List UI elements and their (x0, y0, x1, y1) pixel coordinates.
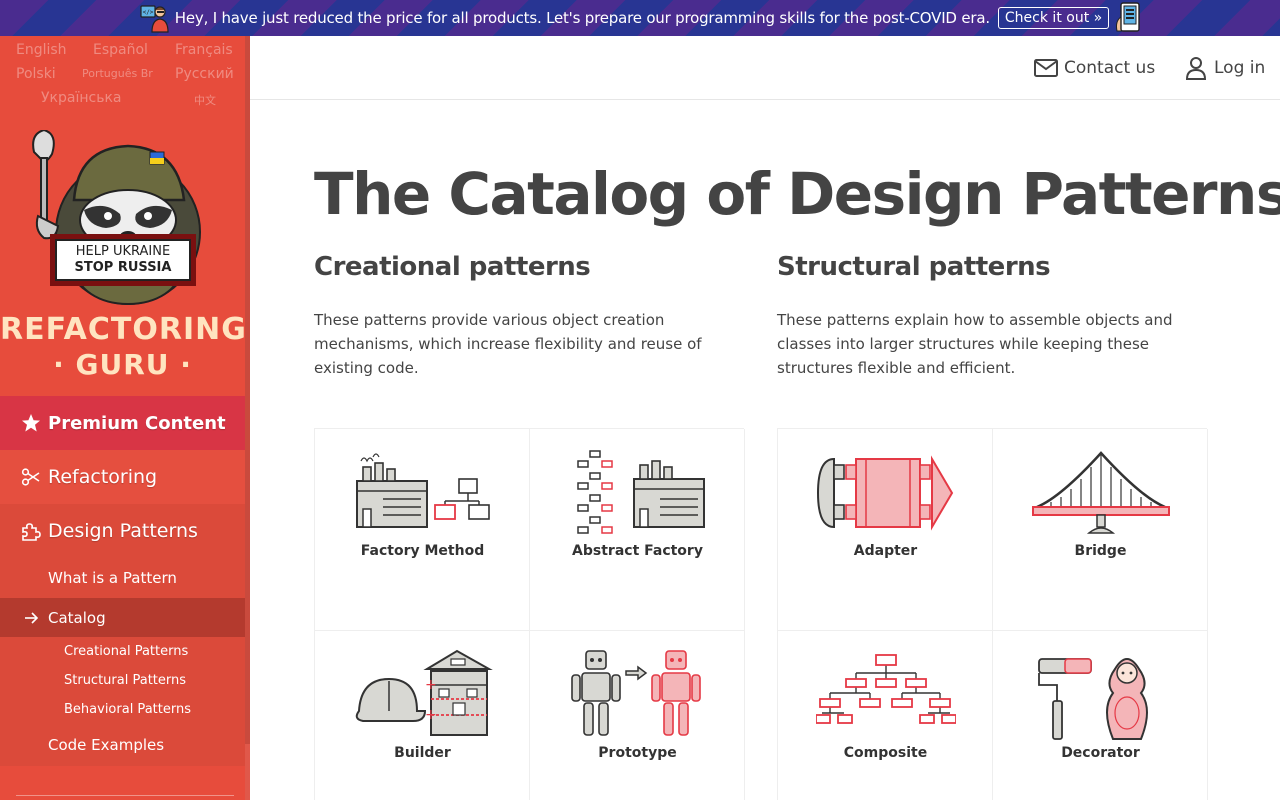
lang-portugues[interactable]: Português Br (82, 67, 153, 80)
svg-text:+: + (425, 707, 437, 723)
pattern-card-bridge[interactable]: Bridge (993, 429, 1208, 631)
sidebar-divider (16, 795, 234, 796)
adapter-icon (778, 447, 993, 547)
pattern-card-builder[interactable]: + + Builder (315, 631, 530, 800)
pattern-card-composite[interactable]: Composite (778, 631, 993, 800)
composite-icon (778, 649, 993, 749)
nav-refactoring-label: Refactoring (48, 466, 158, 488)
svg-text:+: + (425, 677, 437, 693)
brand-name-line1: REFACTORING (0, 312, 247, 347)
decorator-icon (993, 649, 1208, 749)
pattern-name: Abstract Factory (572, 543, 703, 559)
pattern-name: Adapter (853, 543, 918, 559)
star-icon (21, 413, 41, 433)
help-ukraine-line2: STOP RUSSIA (74, 260, 172, 275)
lang-francais[interactable]: Français (175, 42, 233, 58)
page-title: The Catalog of Design Patterns (314, 160, 1280, 228)
pattern-name: Prototype (598, 745, 677, 761)
creational-patterns-grid: Factory Method Abstract Factory + + Buil… (314, 428, 745, 800)
nav-premium-label: Premium Content (48, 412, 226, 434)
lang-espanol[interactable]: Español (93, 42, 148, 58)
log-in-label: Log in (1214, 58, 1266, 78)
programmer-avatar-icon: </> (137, 1, 171, 35)
sidebar: English Español Français Polski Portuguê… (0, 36, 250, 800)
structural-section-title[interactable]: Structural patterns (777, 252, 1051, 282)
prototype-icon (530, 649, 745, 749)
language-switcher: English Español Français Polski Portuguê… (0, 36, 245, 112)
nav-refactoring[interactable]: Refactoring (0, 450, 245, 504)
lang-polski[interactable]: Polski (16, 66, 56, 82)
contact-us-label: Contact us (1064, 58, 1156, 78)
log-in-link[interactable]: Log in (1184, 56, 1265, 80)
pattern-name: Decorator (1061, 745, 1140, 761)
site-logo[interactable]: HELP UKRAINE STOP RUSSIA REFACTORING · G… (0, 112, 247, 396)
pattern-card-prototype[interactable]: Prototype (530, 631, 745, 800)
pattern-card-decorator[interactable]: Decorator (993, 631, 1208, 800)
nav-structural-patterns[interactable]: Structural Patterns (0, 666, 245, 695)
abstract-factory-icon (530, 447, 745, 547)
nav-premium-content[interactable]: Premium Content (0, 396, 245, 450)
scissors-icon (21, 467, 41, 487)
contact-us-link[interactable]: Contact us (1034, 56, 1155, 80)
top-header: Contact us Log in (250, 36, 1280, 100)
structural-patterns-grid: Adapter Bridge Composite Decorator (777, 428, 1208, 800)
help-ukraine-badge[interactable]: HELP UKRAINE STOP RUSSIA (50, 234, 196, 286)
nav-design-patterns-label: Design Patterns (48, 520, 198, 542)
structural-section-description: These patterns explain how to assemble o… (777, 311, 1173, 377)
lang-ukrainian[interactable]: Українська (41, 90, 121, 106)
pattern-card-adapter[interactable]: Adapter (778, 429, 993, 631)
nav-what-is-a-pattern[interactable]: What is a Pattern (0, 558, 245, 598)
nav-behavioral-patterns[interactable]: Behavioral Patterns (0, 695, 245, 724)
pattern-card-factory-method[interactable]: Factory Method (315, 429, 530, 631)
factory-method-icon (315, 447, 530, 547)
pattern-card-abstract-factory[interactable]: Abstract Factory (530, 429, 745, 631)
check-it-out-button[interactable]: Check it out » (997, 7, 1110, 29)
pattern-name: Factory Method (360, 543, 485, 559)
user-icon (1184, 56, 1208, 80)
nav-creational-patterns[interactable]: Creational Patterns (0, 637, 245, 666)
nav-catalog[interactable]: Catalog (0, 598, 245, 638)
pattern-name: Composite (843, 745, 928, 761)
creational-section-description: These patterns provide various object cr… (314, 311, 702, 377)
banner-message: Hey, I have just reduced the price for a… (174, 9, 990, 27)
svg-text:</>: </> (142, 9, 153, 16)
lang-english[interactable]: English (16, 42, 67, 58)
promo-banner[interactable]: </> Hey, I have just reduced the price f… (0, 0, 1280, 36)
ebook-device-icon (1113, 1, 1143, 35)
nav-design-patterns[interactable]: Design Patterns (0, 504, 245, 558)
lang-russian[interactable]: Русский (175, 66, 234, 82)
pattern-name: Builder (394, 745, 451, 761)
envelope-icon (1034, 56, 1058, 80)
pattern-name: Bridge (1074, 543, 1127, 559)
builder-icon: + + (315, 649, 530, 749)
puzzle-icon (21, 521, 41, 541)
brand-name-line2: · GURU · (53, 348, 192, 381)
nav-catalog-label: Catalog (48, 609, 106, 627)
arrow-right-icon (21, 610, 41, 626)
lang-chinese[interactable]: 中文 (194, 92, 216, 108)
sidebar-scrollbar-thumb[interactable] (245, 36, 250, 744)
creational-section-title[interactable]: Creational patterns (314, 252, 591, 282)
bridge-icon (993, 447, 1208, 547)
nav-code-examples[interactable]: Code Examples (0, 724, 245, 766)
help-ukraine-line1: HELP UKRAINE (75, 244, 171, 259)
